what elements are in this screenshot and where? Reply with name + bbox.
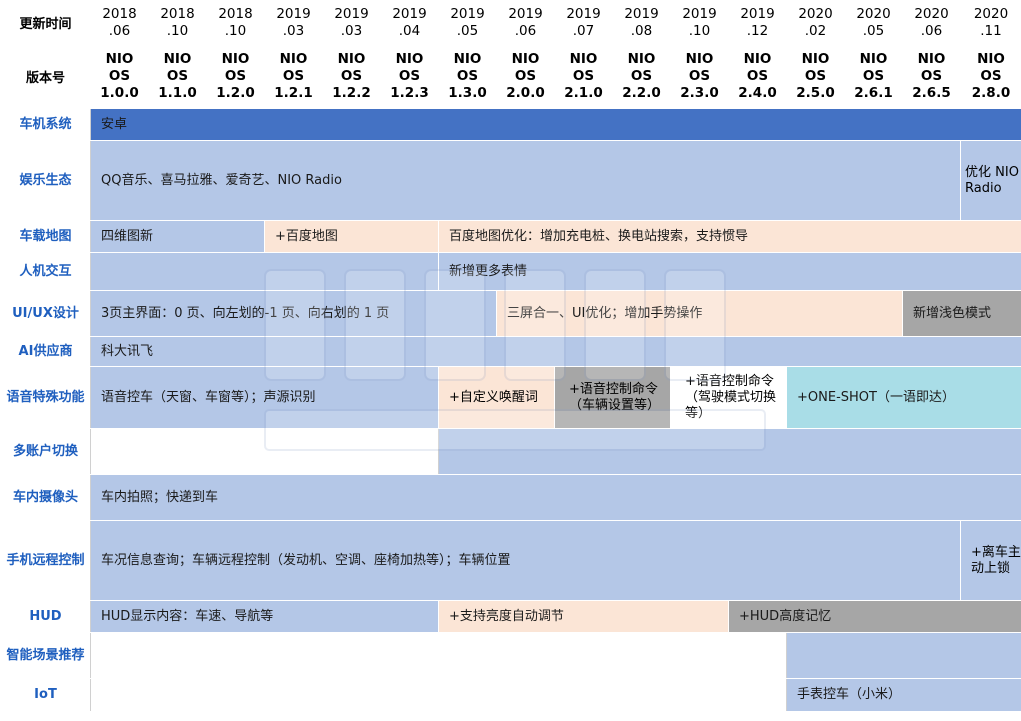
date-col-2: 2018.10 <box>148 0 207 45</box>
version-col-9: NIO OS 2.1.0 <box>554 44 613 109</box>
version-col-7: NIO OS 1.3.0 <box>438 44 497 109</box>
ai-iflytek: 科大讯飞 <box>90 336 1021 367</box>
row-label-entertainment: 娱乐生态 <box>0 140 91 221</box>
row-map: 车载地图 四维图新 +百度地图 百度地图优化：增加充电桩、换电站搜索，支持惯导 <box>0 220 1021 253</box>
date-col-10: 2019.08 <box>612 0 671 45</box>
map-baidu-optimize: 百度地图优化：增加充电桩、换电站搜索，支持惯导 <box>438 220 1021 253</box>
hmi-more-emoji: 新增更多表情 <box>438 252 1021 291</box>
version-col-1: NIO OS 1.0.0 <box>90 44 149 109</box>
header-version-label: 版本号 <box>0 44 91 109</box>
row-scene: 智能场景推荐 <box>0 632 1021 679</box>
voice-custom-wake: +自定义唤醒词 <box>438 366 555 429</box>
version-col-2: NIO OS 1.1.0 <box>148 44 207 109</box>
voice-one-shot: +ONE-SHOT（一语即达） <box>786 366 1021 429</box>
voice-cmd-drive-mode: +语音控制命令（驾驶模式切换等） <box>670 366 787 429</box>
row-ui: UI/UX设计 3页主界面：0 页、向左划的-1 页、向右划的 1 页 三屏合一… <box>0 290 1021 337</box>
hud-brightness: +支持亮度自动调节 <box>438 600 729 633</box>
version-col-11: NIO OS 2.3.0 <box>670 44 729 109</box>
date-col-12: 2019.12 <box>728 0 787 45</box>
os-android: 安卓 <box>90 108 1021 141</box>
date-col-7: 2019.05 <box>438 0 497 45</box>
scene-empty <box>90 632 787 679</box>
row-os: 车机系统 安卓 <box>0 108 1021 141</box>
remote-auto-lock: +离车主动上锁 <box>960 520 1021 601</box>
row-hud: HUD HUD显示内容：车速、导航等 +支持亮度自动调节 +HUD高度记忆 <box>0 600 1021 633</box>
version-col-16: NIO OS 2.8.0 <box>960 44 1021 109</box>
row-label-os: 车机系统 <box>0 108 91 141</box>
date-col-9: 2019.07 <box>554 0 613 45</box>
date-col-14: 2020.05 <box>844 0 903 45</box>
date-col-16: 2020.11 <box>960 0 1021 45</box>
map-navinfo: 四维图新 <box>90 220 265 253</box>
row-entertainment: 娱乐生态 QQ音乐、喜马拉雅、爱奇艺、NIO Radio 优化 NIO Radi… <box>0 140 1021 221</box>
ui-light-mode: 新增浅色模式 <box>902 290 1021 337</box>
date-col-1: 2018.06 <box>90 0 149 45</box>
row-label-iot: IoT <box>0 678 91 712</box>
row-label-ai: AI供应商 <box>0 336 91 367</box>
row-voice: 语音特殊功能 语音控车（天窗、车窗等）；声源识别 +自定义唤醒词 +语音控制命令… <box>0 366 1021 429</box>
version-col-10: NIO OS 2.2.0 <box>612 44 671 109</box>
iot-empty <box>90 678 787 712</box>
row-hmi: 人机交互 新增更多表情 <box>0 252 1021 291</box>
row-label-hud: HUD <box>0 600 91 633</box>
version-col-14: NIO OS 2.6.1 <box>844 44 903 109</box>
row-label-scene: 智能场景推荐 <box>0 632 91 679</box>
row-label-remote: 手机远程控制 <box>0 520 91 601</box>
row-label-hmi: 人机交互 <box>0 252 91 291</box>
version-col-3: NIO OS 1.2.0 <box>206 44 265 109</box>
hmi-empty <box>90 252 439 291</box>
version-col-12: NIO OS 2.4.0 <box>728 44 787 109</box>
remote-features: 车况信息查询；车辆远程控制（发动机、空调、座椅加热等）；车辆位置 <box>90 520 961 601</box>
version-col-4: NIO OS 1.2.1 <box>264 44 323 109</box>
date-col-8: 2019.06 <box>496 0 555 45</box>
date-col-6: 2019.04 <box>380 0 439 45</box>
date-col-15: 2020.06 <box>902 0 961 45</box>
date-col-3: 2018.10 <box>206 0 265 45</box>
row-label-map: 车载地图 <box>0 220 91 253</box>
row-multi-account: 多账户切换 <box>0 428 1021 475</box>
ui-three-pages: 3页主界面：0 页、向左划的-1 页、向右划的 1 页 <box>90 290 497 337</box>
header-version-row: 版本号 NIO OS 1.0.0 NIO OS 1.1.0 NIO OS 1.2.0 NIO… <box>0 44 1021 109</box>
row-camera: 车内摄像头 车内拍照；快递到车 <box>0 474 1021 521</box>
multi-account-bar <box>438 428 1021 475</box>
version-col-5: NIO OS 1.2.2 <box>322 44 381 109</box>
date-col-4: 2019.03 <box>264 0 323 45</box>
row-label-camera: 车内摄像头 <box>0 474 91 521</box>
row-label-ui: UI/UX设计 <box>0 290 91 337</box>
row-iot: IoT 手表控车（小米） <box>0 678 1021 712</box>
scene-bar <box>786 632 1021 679</box>
row-label-voice: 语音特殊功能 <box>0 366 91 429</box>
header-time-label: 更新时间 <box>0 0 91 45</box>
hud-display: HUD显示内容：车速、导航等 <box>90 600 439 633</box>
version-col-6: NIO OS 1.2.3 <box>380 44 439 109</box>
nio-os-feature-table: 更新时间 2018.06 2018.10 2018.10 2019.03 201… <box>0 0 1021 712</box>
ui-three-screens: 三屏合一、UI优化；增加手势操作 <box>496 290 903 337</box>
header-date-row: 更新时间 2018.06 2018.10 2018.10 2019.03 201… <box>0 0 1021 45</box>
map-baidu: +百度地图 <box>264 220 439 253</box>
version-col-15: NIO OS 2.6.5 <box>902 44 961 109</box>
multi-account-empty <box>90 428 439 475</box>
date-col-11: 2019.10 <box>670 0 729 45</box>
date-col-5: 2019.03 <box>322 0 381 45</box>
row-remote: 手机远程控制 车况信息查询；车辆远程控制（发动机、空调、座椅加热等）；车辆位置 … <box>0 520 1021 601</box>
voice-control: 语音控车（天窗、车窗等）；声源识别 <box>90 366 439 429</box>
version-col-13: NIO OS 2.5.0 <box>786 44 845 109</box>
hud-height-memory: +HUD高度记忆 <box>728 600 1021 633</box>
date-col-13: 2020.02 <box>786 0 845 45</box>
entertainment-nio-radio-opt: 优化 NIO Radio <box>960 140 1021 221</box>
camera-features: 车内拍照；快递到车 <box>90 474 1021 521</box>
entertainment-apps: QQ音乐、喜马拉雅、爱奇艺、NIO Radio <box>90 140 961 221</box>
version-col-8: NIO OS 2.0.0 <box>496 44 555 109</box>
row-label-multi-account: 多账户切换 <box>0 428 91 475</box>
row-ai: AI供应商 科大讯飞 <box>0 336 1021 367</box>
iot-watch-control: 手表控车（小米） <box>786 678 1021 712</box>
voice-cmd-settings: +语音控制命令（车辆设置等） <box>554 366 671 429</box>
